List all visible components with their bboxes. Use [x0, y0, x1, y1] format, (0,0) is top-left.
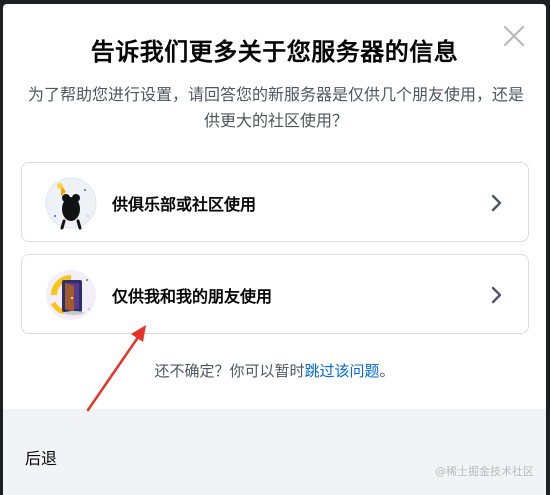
option-club-community[interactable]: 供俱乐部或社区使用 — [21, 162, 529, 242]
modal-title: 告诉我们更多关于您服务器的信息 — [90, 38, 459, 66]
modal-footer: 后退 @稀土掘金技术社区 — [3, 409, 546, 495]
unsure-text: 还不确定？你可以暂时跳过该问题。 — [3, 360, 546, 381]
option-club-label: 供俱乐部或社区使用 — [112, 195, 257, 214]
skip-question-link[interactable]: 跳过该问题 — [304, 362, 379, 380]
club-community-icon — [45, 177, 97, 230]
modal-subtitle: 为了帮助您进行设置，请回答您的新服务器是仅供几个朋友使用，还是供更大的社区使用？ — [27, 85, 524, 130]
create-server-modal: 告诉我们更多关于您服务器的信息 为了帮助您进行设置，请回答您的新服务器是仅供几个… — [3, 4, 546, 495]
back-button[interactable]: 后退 — [25, 445, 57, 469]
friends-door-icon — [46, 270, 96, 320]
chevron-right-icon — [491, 286, 502, 304]
unsure-suffix: 。 — [379, 362, 395, 380]
option-me-and-friends[interactable]: 仅供我和我的朋友使用 — [21, 254, 529, 334]
watermark: @稀土掘金技术社区 — [435, 465, 534, 478]
chevron-right-icon — [491, 194, 502, 212]
window-right-edge — [546, 0, 550, 495]
option-friends-label: 仅供我和我的朋友使用 — [112, 287, 273, 306]
unsure-prefix: 还不确定？你可以暂时 — [154, 362, 305, 380]
